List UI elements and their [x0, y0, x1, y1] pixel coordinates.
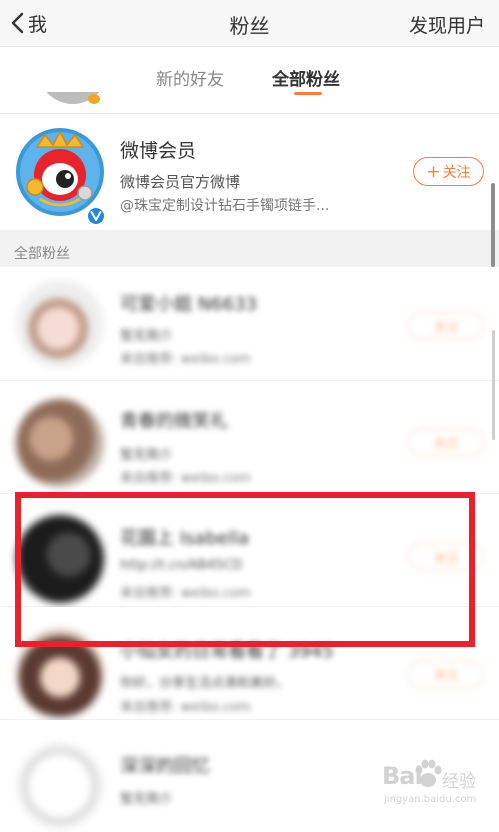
- follower-bio: 暂无简介: [120, 448, 173, 463]
- follow-button[interactable]: + 关注: [413, 157, 484, 186]
- follower-bio: 你好，分享生活点滴和美好。: [120, 676, 290, 691]
- plus-icon: +: [426, 161, 441, 182]
- follower-name: 青春的微笑礼: [120, 411, 228, 432]
- annotation-highlight-box: [15, 492, 475, 647]
- tab-new-friends[interactable]: 新的好友: [156, 65, 224, 90]
- member-recommend-reason: @珠宝定制设计钻石手镯项链手...: [120, 198, 330, 214]
- follower-name: 可爱小姐 N6633: [120, 294, 257, 315]
- watermark-text: 经验: [442, 772, 476, 792]
- member-name: 微博会员: [120, 140, 197, 162]
- recommended-user-card[interactable]: 微博会员 微博会员官方微博 @珠宝定制设计钻石手镯项链手... + 关注: [0, 114, 499, 230]
- verified-badge-icon: [86, 206, 106, 226]
- follower-name: 深深的回忆: [120, 756, 210, 777]
- member-avatar[interactable]: [15, 127, 105, 217]
- follower-bio: 暂无简介: [120, 792, 173, 807]
- baidu-jingyan-watermark: Bai 经验 jingyan.baidu.com: [382, 758, 496, 808]
- active-tab-indicator: [294, 92, 322, 95]
- follow-button[interactable]: 关注: [408, 428, 484, 456]
- tab-all-fans[interactable]: 全部粉丝: [272, 65, 340, 90]
- section-header-label: 全部粉丝: [14, 246, 70, 262]
- follower-row[interactable]: 青春的微笑礼 暂无简介 来自推荐: weibo.com 关注: [0, 381, 499, 494]
- follow-button-label: 关注: [442, 164, 471, 181]
- follow-button[interactable]: 关注: [408, 312, 484, 340]
- follower-avatar[interactable]: [16, 742, 104, 830]
- watermark-url: jingyan.baidu.com: [384, 794, 477, 805]
- follower-row[interactable]: 可爱小姐 N6633 暂无简介 来自推荐: weibo.com 关注: [0, 268, 499, 381]
- previous-item-peek: [38, 92, 108, 104]
- scrollbar-track-shadow: [492, 330, 495, 440]
- follower-source: 来自推荐: weibo.com: [120, 471, 251, 486]
- follower-source: 来自推荐: weibo.com: [120, 352, 251, 367]
- navigation-bar: 我 粉丝 发现用户: [0, 0, 499, 47]
- follower-bio: 暂无简介: [120, 329, 173, 344]
- discover-users-button[interactable]: 发现用户: [409, 11, 485, 38]
- follower-avatar[interactable]: [16, 280, 104, 368]
- member-description: 微博会员官方微博: [120, 173, 241, 191]
- section-header: 全部粉丝: [0, 230, 499, 267]
- paw-icon: [415, 759, 442, 787]
- follower-source: 来自推荐: weibo.com: [120, 700, 251, 715]
- follower-avatar[interactable]: [16, 399, 104, 487]
- follow-button[interactable]: 关注: [408, 660, 484, 688]
- scrollbar-thumb[interactable]: [491, 183, 495, 267]
